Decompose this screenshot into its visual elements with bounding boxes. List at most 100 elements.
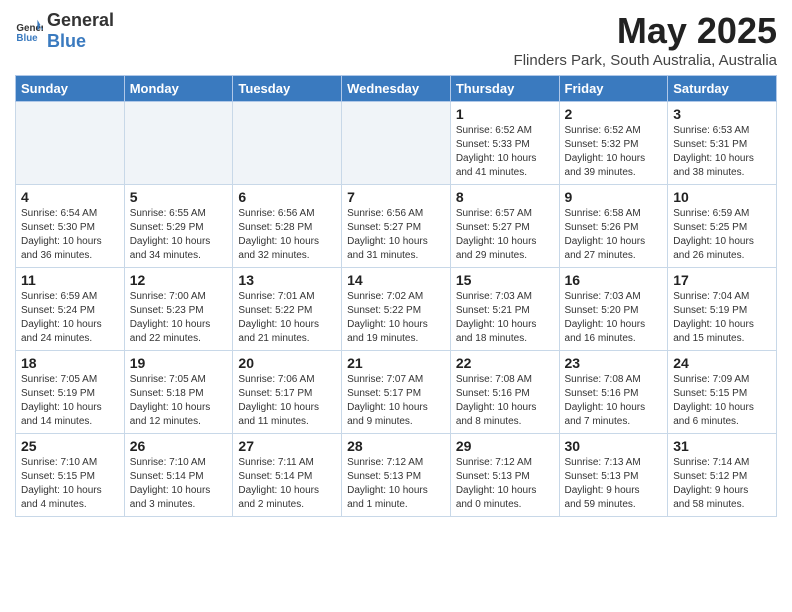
day-info: Sunrise: 7:00 AMSunset: 5:23 PMDaylight:… xyxy=(130,290,228,346)
day-info: Sunrise: 6:52 AMSunset: 5:33 PMDaylight:… xyxy=(456,124,554,180)
day-number: 28 xyxy=(347,438,445,454)
table-row: 10 Sunrise: 6:59 AMSunset: 5:25 PMDayligh… xyxy=(668,185,777,268)
day-number: 10 xyxy=(673,189,771,205)
day-info: Sunrise: 6:58 AMSunset: 5:26 PMDaylight:… xyxy=(565,207,663,263)
day-number: 30 xyxy=(565,438,663,454)
day-info: Sunrise: 7:03 AMSunset: 5:21 PMDaylight:… xyxy=(456,290,554,346)
table-row: 24 Sunrise: 7:09 AMSunset: 5:15 PMDayligh… xyxy=(668,351,777,434)
day-number: 23 xyxy=(565,355,663,371)
day-number: 3 xyxy=(673,106,771,122)
day-number: 26 xyxy=(130,438,228,454)
day-number: 19 xyxy=(130,355,228,371)
calendar-header-row: Sunday Monday Tuesday Wednesday Thursday… xyxy=(16,76,777,102)
table-row: 26Sunrise: 7:10 AMSunset: 5:14 PMDayligh… xyxy=(124,434,233,517)
table-row: 15 Sunrise: 7:03 AMSunset: 5:21 PMDayligh… xyxy=(450,268,559,351)
calendar-row: 11Sunrise: 6:59 AMSunset: 5:24 PMDayligh… xyxy=(16,268,777,351)
title-block: May 2025 Flinders Park, South Australia,… xyxy=(514,10,777,69)
day-info: Sunrise: 6:53 AMSunset: 5:31 PMDaylight:… xyxy=(673,124,771,180)
day-info: Sunrise: 6:56 AMSunset: 5:27 PMDaylight:… xyxy=(347,207,445,263)
day-number: 29 xyxy=(456,438,554,454)
svg-text:Blue: Blue xyxy=(16,33,38,44)
day-number: 24 xyxy=(673,355,771,371)
table-row: 19 Sunrise: 7:05 AMSunset: 5:18 PMDayligh… xyxy=(124,351,233,434)
table-row: 2 Sunrise: 6:52 AMSunset: 5:32 PMDaylight… xyxy=(559,102,668,185)
header: General Blue General Blue May 2025 Flind… xyxy=(15,10,777,69)
table-row: 29 Sunrise: 7:12 AMSunset: 5:13 PMDayligh… xyxy=(450,434,559,517)
table-row: 20 Sunrise: 7:06 AMSunset: 5:17 PMDayligh… xyxy=(233,351,342,434)
day-number: 8 xyxy=(456,189,554,205)
table-row: 28 Sunrise: 7:12 AMSunset: 5:13 PMDayligh… xyxy=(342,434,451,517)
day-info: Sunrise: 7:06 AMSunset: 5:17 PMDaylight:… xyxy=(238,373,336,429)
logo-icon: General Blue xyxy=(15,17,43,45)
table-row: 16 Sunrise: 7:03 AMSunset: 5:20 PMDayligh… xyxy=(559,268,668,351)
day-info: Sunrise: 6:54 AMSunset: 5:30 PMDaylight:… xyxy=(21,207,119,263)
table-row xyxy=(233,102,342,185)
col-saturday: Saturday xyxy=(668,76,777,102)
day-number: 14 xyxy=(347,272,445,288)
logo-text: General Blue xyxy=(47,10,114,52)
page: General Blue General Blue May 2025 Flind… xyxy=(0,0,792,527)
calendar-row: 25 Sunrise: 7:10 AMSunset: 5:15 PMDayligh… xyxy=(16,434,777,517)
day-info: Sunrise: 7:05 AMSunset: 5:18 PMDaylight:… xyxy=(130,373,228,429)
table-row: 3 Sunrise: 6:53 AMSunset: 5:31 PMDaylight… xyxy=(668,102,777,185)
col-sunday: Sunday xyxy=(16,76,125,102)
calendar-row: 4Sunrise: 6:54 AMSunset: 5:30 PMDaylight… xyxy=(16,185,777,268)
table-row: 14 Sunrise: 7:02 AMSunset: 5:22 PMDayligh… xyxy=(342,268,451,351)
day-info: Sunrise: 6:52 AMSunset: 5:32 PMDaylight:… xyxy=(565,124,663,180)
day-number: 20 xyxy=(238,355,336,371)
table-row: 8 Sunrise: 6:57 AMSunset: 5:27 PMDaylight… xyxy=(450,185,559,268)
day-info: Sunrise: 7:07 AMSunset: 5:17 PMDaylight:… xyxy=(347,373,445,429)
day-number: 1 xyxy=(456,106,554,122)
day-info: Sunrise: 7:11 AMSunset: 5:14 PMDaylight:… xyxy=(238,456,336,512)
day-info: Sunrise: 7:02 AMSunset: 5:22 PMDaylight:… xyxy=(347,290,445,346)
day-number: 22 xyxy=(456,355,554,371)
day-number: 16 xyxy=(565,272,663,288)
day-number: 25 xyxy=(21,438,119,454)
day-info: Sunrise: 7:08 AMSunset: 5:16 PMDaylight:… xyxy=(456,373,554,429)
logo-general: General xyxy=(47,10,114,31)
day-info: Sunrise: 7:08 AMSunset: 5:16 PMDaylight:… xyxy=(565,373,663,429)
table-row: 22 Sunrise: 7:08 AMSunset: 5:16 PMDayligh… xyxy=(450,351,559,434)
day-number: 17 xyxy=(673,272,771,288)
calendar-table: Sunday Monday Tuesday Wednesday Thursday… xyxy=(15,75,777,517)
day-number: 31 xyxy=(673,438,771,454)
table-row: 31Sunrise: 7:14 AMSunset: 5:12 PMDayligh… xyxy=(668,434,777,517)
day-number: 5 xyxy=(130,189,228,205)
table-row: 23 Sunrise: 7:08 AMSunset: 5:16 PMDayligh… xyxy=(559,351,668,434)
day-number: 27 xyxy=(238,438,336,454)
calendar-row: 1 Sunrise: 6:52 AMSunset: 5:33 PMDaylight… xyxy=(16,102,777,185)
day-info: Sunrise: 6:56 AMSunset: 5:28 PMDaylight:… xyxy=(238,207,336,263)
day-info: Sunrise: 7:12 AMSunset: 5:13 PMDaylight:… xyxy=(456,456,554,512)
day-number: 15 xyxy=(456,272,554,288)
location: Flinders Park, South Australia, Australi… xyxy=(514,52,777,69)
table-row: 4Sunrise: 6:54 AMSunset: 5:30 PMDaylight… xyxy=(16,185,125,268)
col-tuesday: Tuesday xyxy=(233,76,342,102)
calendar-row: 18Sunrise: 7:05 AMSunset: 5:19 PMDayligh… xyxy=(16,351,777,434)
table-row: 7 Sunrise: 6:56 AMSunset: 5:27 PMDaylight… xyxy=(342,185,451,268)
day-info: Sunrise: 6:59 AMSunset: 5:25 PMDaylight:… xyxy=(673,207,771,263)
col-thursday: Thursday xyxy=(450,76,559,102)
logo-blue: Blue xyxy=(47,31,114,52)
day-info: Sunrise: 6:57 AMSunset: 5:27 PMDaylight:… xyxy=(456,207,554,263)
day-number: 12 xyxy=(130,272,228,288)
day-info: Sunrise: 7:03 AMSunset: 5:20 PMDaylight:… xyxy=(565,290,663,346)
day-info: Sunrise: 7:04 AMSunset: 5:19 PMDaylight:… xyxy=(673,290,771,346)
table-row: 27 Sunrise: 7:11 AMSunset: 5:14 PMDayligh… xyxy=(233,434,342,517)
day-info: Sunrise: 7:12 AMSunset: 5:13 PMDaylight:… xyxy=(347,456,445,512)
table-row xyxy=(342,102,451,185)
table-row: 25 Sunrise: 7:10 AMSunset: 5:15 PMDayligh… xyxy=(16,434,125,517)
day-number: 6 xyxy=(238,189,336,205)
day-number: 2 xyxy=(565,106,663,122)
day-info: Sunrise: 7:10 AMSunset: 5:15 PMDaylight:… xyxy=(21,456,119,512)
month-title: May 2025 xyxy=(514,10,777,52)
day-number: 18 xyxy=(21,355,119,371)
day-info: Sunrise: 7:01 AMSunset: 5:22 PMDaylight:… xyxy=(238,290,336,346)
day-number: 7 xyxy=(347,189,445,205)
day-info: Sunrise: 7:09 AMSunset: 5:15 PMDaylight:… xyxy=(673,373,771,429)
day-number: 13 xyxy=(238,272,336,288)
table-row: 21 Sunrise: 7:07 AMSunset: 5:17 PMDayligh… xyxy=(342,351,451,434)
col-wednesday: Wednesday xyxy=(342,76,451,102)
table-row: 1 Sunrise: 6:52 AMSunset: 5:33 PMDaylight… xyxy=(450,102,559,185)
day-number: 21 xyxy=(347,355,445,371)
table-row: 30Sunrise: 7:13 AMSunset: 5:13 PMDayligh… xyxy=(559,434,668,517)
